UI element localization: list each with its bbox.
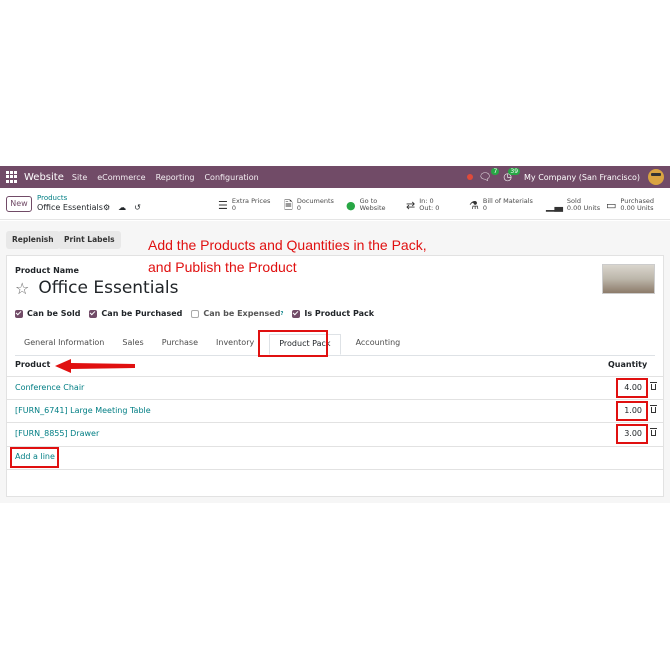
product-name-value[interactable]: Office Essentials (38, 278, 178, 298)
menu-configuration[interactable]: Configuration (204, 173, 258, 182)
product-name-label: Product Name (15, 266, 79, 275)
checkbox-checked-icon[interactable] (292, 309, 301, 318)
sold-button[interactable]: ▁▃ Sold 0.00 Units (546, 194, 600, 216)
row-product[interactable]: [FURN_6741] Large Meeting Table (15, 406, 151, 415)
annotation-line-2: and Publish the Product (148, 259, 297, 275)
can-be-expensed-checkbox[interactable]: Can be Expensed? (191, 309, 283, 318)
flask-icon: ⚗ (469, 198, 479, 212)
product-options: Can be Sold Can be Purchased Can be Expe… (15, 309, 383, 318)
row-product[interactable]: [FURN_8855] Drawer (15, 429, 99, 438)
notebook-tabs: General Information Sales Purchase Inven… (15, 334, 655, 356)
messages-icon[interactable]: 🗨 7 (479, 167, 500, 183)
highlight-add-a-line (10, 447, 59, 468)
menu-site[interactable]: Site (72, 173, 87, 182)
add-line-row (6, 446, 664, 470)
bill-of-materials-button[interactable]: ⚗ Bill of Materials 0 (469, 194, 533, 216)
can-be-purchased-checkbox[interactable]: Can be Purchased (89, 309, 182, 318)
highlight-quantity-3 (616, 424, 648, 444)
column-header-product[interactable]: Product (15, 360, 50, 369)
checkbox-checked-icon[interactable] (89, 309, 98, 318)
product-image[interactable] (602, 264, 655, 294)
menu-ecommerce[interactable]: eCommerce (97, 173, 145, 182)
annotation-line-1: Add the Products and Quantities in the P… (148, 237, 427, 253)
document-icon: 🗎 (284, 198, 293, 212)
list-icon: ☰ (218, 198, 228, 212)
go-to-website-button[interactable]: ● Go to Website (346, 194, 386, 216)
bar-chart-icon: ▁▃ (546, 198, 563, 212)
tab-inventory[interactable]: Inventory (207, 334, 263, 355)
table-row[interactable]: [FURN_6741] Large Meeting Table 1.00 (6, 399, 664, 422)
print-labels-button[interactable]: Print Labels (58, 231, 121, 249)
top-navbar: Website Site eCommerce Reporting Configu… (0, 166, 670, 188)
tab-sales[interactable]: Sales (113, 334, 152, 355)
activity-clock-icon[interactable]: ◷ 39 (503, 167, 521, 183)
can-be-sold-checkbox[interactable]: Can be Sold (15, 309, 80, 318)
menu-reporting[interactable]: Reporting (156, 173, 195, 182)
breadcrumb-current: Office Essentials (37, 203, 103, 212)
highlight-quantity-2 (616, 401, 648, 421)
discard-undo-icon[interactable]: ↺ (134, 203, 141, 212)
credit-card-icon: ▭ (606, 198, 617, 212)
trash-icon[interactable] (650, 405, 657, 413)
status-dot-icon[interactable] (466, 174, 473, 180)
gear-icon[interactable]: ⚙ (103, 203, 110, 212)
user-avatar[interactable] (648, 169, 664, 185)
in-out-moves-button[interactable]: ⇄ In: 0 Out: 0 (406, 194, 439, 216)
tab-accounting[interactable]: Accounting (347, 334, 410, 355)
company-switcher[interactable]: My Company (San Francisco) (524, 173, 640, 182)
table-row[interactable]: Conference Chair 4.00 (6, 376, 664, 399)
checkbox-unchecked-icon[interactable] (191, 309, 200, 318)
cloud-upload-icon[interactable]: ☁ (118, 203, 126, 212)
breadcrumb-products[interactable]: Products (37, 194, 67, 202)
is-product-pack-checkbox[interactable]: Is Product Pack (292, 309, 374, 318)
tab-general-information[interactable]: General Information (15, 334, 113, 355)
exchange-icon: ⇄ (406, 198, 416, 212)
apps-menu-icon[interactable] (6, 171, 18, 183)
highlight-quantity-1 (616, 378, 648, 398)
purchased-button[interactable]: ▭ Purchased 0.00 Units (606, 194, 654, 216)
control-panel: New Products Office Essentials ⚙ ☁ ↺ ☰ E… (0, 190, 670, 220)
checkbox-checked-icon[interactable] (15, 309, 23, 318)
tab-purchase[interactable]: Purchase (153, 334, 207, 355)
table-row[interactable]: [FURN_8855] Drawer 3.00 (6, 422, 664, 445)
help-tooltip-icon[interactable]: ? (280, 311, 283, 317)
product-name-field[interactable]: ☆ Office Essentials (15, 278, 178, 298)
trash-icon[interactable] (650, 428, 657, 436)
table-bottom-border (6, 469, 664, 470)
app-name[interactable]: Website (24, 172, 64, 183)
activity-badge: 39 (508, 167, 521, 175)
highlight-product-pack-tab (258, 330, 328, 357)
documents-button[interactable]: 🗎 Documents 0 (284, 194, 334, 216)
replenish-button[interactable]: Replenish (6, 231, 60, 249)
messages-badge: 7 (491, 167, 500, 175)
extra-prices-button[interactable]: ☰ Extra Prices 0 (218, 194, 270, 216)
row-product[interactable]: Conference Chair (15, 383, 84, 392)
globe-icon: ● (346, 198, 356, 212)
star-favorite-icon[interactable]: ☆ (15, 279, 29, 298)
trash-icon[interactable] (650, 382, 657, 390)
column-header-quantity[interactable]: Quantity (608, 360, 647, 369)
new-button[interactable]: New (6, 196, 32, 212)
red-arrow-annotation (55, 359, 135, 373)
